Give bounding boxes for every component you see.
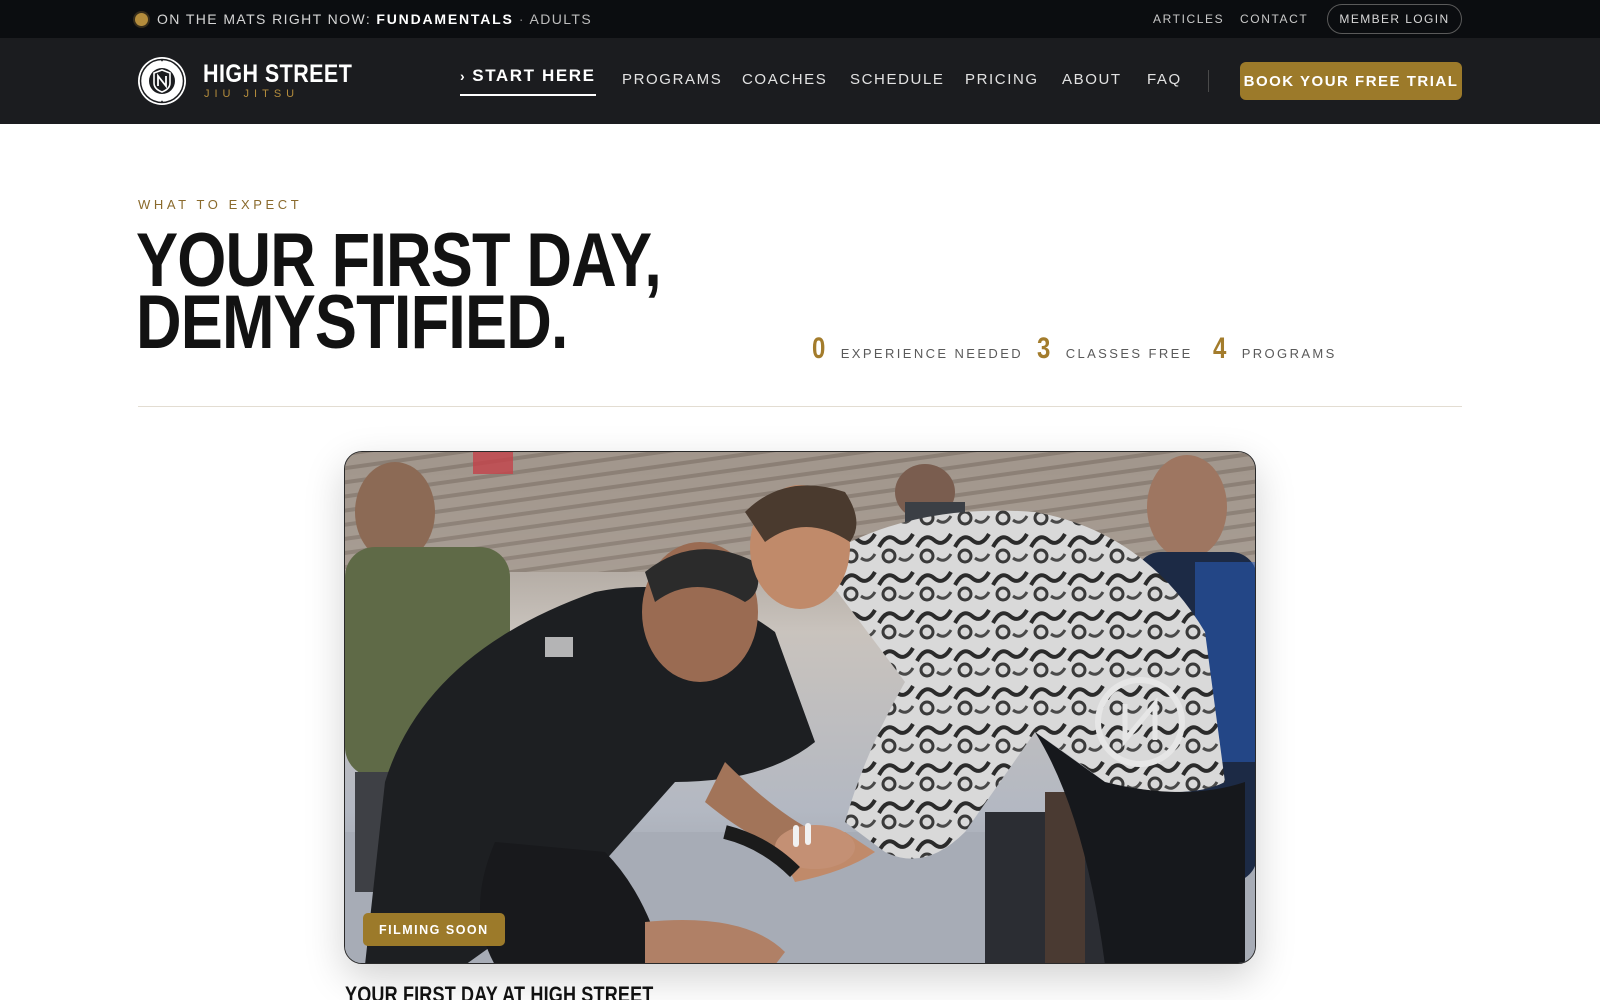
current-class-group: ADULTS [529,11,593,27]
live-indicator-icon [135,13,148,26]
nav-item-start-here[interactable]: › START HERE [460,66,596,96]
stat-free-classes: 3 CLASSES FREE [1037,332,1193,366]
announcement-prefix: ON THE MATS RIGHT NOW: [157,11,372,27]
nav-item-label: START HERE [472,66,596,85]
brand-name[interactable]: HIGH STREET [203,60,352,89]
section-divider [138,406,1462,407]
nav-item-faq[interactable]: FAQ [1147,71,1182,88]
main-navigation: HIGH STREET JIU JITSU › START HERE PROGRA… [0,38,1600,124]
logo-seal-icon[interactable] [137,56,187,106]
stat-label: CLASSES FREE [1065,346,1193,361]
stat-value: 3 [1037,332,1051,365]
stat-value: 0 [812,332,826,365]
page-headline: YOUR FIRST DAY, DEMYSTIFIED. [136,223,662,361]
nav-item-coaches[interactable]: COACHES [742,71,827,88]
book-free-trial-button[interactable]: BOOK YOUR FREE TRIAL [1240,62,1462,100]
nav-item-about[interactable]: ABOUT [1062,71,1122,88]
stat-label: PROGRAMS [1241,346,1337,361]
nav-item-schedule[interactable]: SCHEDULE [850,71,945,88]
first-day-video-card[interactable]: FILMING SOON [344,451,1256,964]
nav-divider [1208,70,1209,92]
stat-experience: 0 EXPERIENCE NEEDED [812,332,1023,366]
video-caption: YOUR FIRST DAY AT HIGH STREET [345,982,654,1000]
filming-soon-badge: FILMING SOON [363,913,505,946]
section-eyebrow: WHAT TO EXPECT [138,197,303,212]
training-photo [345,452,1255,963]
brand-subtitle: JIU JITSU [204,88,300,100]
nav-item-programs[interactable]: PROGRAMS [622,71,722,88]
contact-link[interactable]: CONTACT [1240,12,1308,26]
stat-programs: 4 PROGRAMS [1213,332,1337,366]
current-class-name: FUNDAMENTALS [376,11,514,27]
announcement-bar: ON THE MATS RIGHT NOW: FUNDAMENTALS · AD… [0,0,1600,38]
stat-value: 4 [1213,332,1227,365]
chevron-right-icon: › [460,68,467,84]
stat-label: EXPERIENCE NEEDED [840,346,1024,361]
announcement-separator: · [518,11,525,27]
nav-item-pricing[interactable]: PRICING [965,71,1039,88]
member-login-button[interactable]: MEMBER LOGIN [1327,4,1462,34]
now-on-mats-announcement: ON THE MATS RIGHT NOW: FUNDAMENTALS · AD… [157,11,592,27]
articles-link[interactable]: ARTICLES [1153,12,1224,26]
